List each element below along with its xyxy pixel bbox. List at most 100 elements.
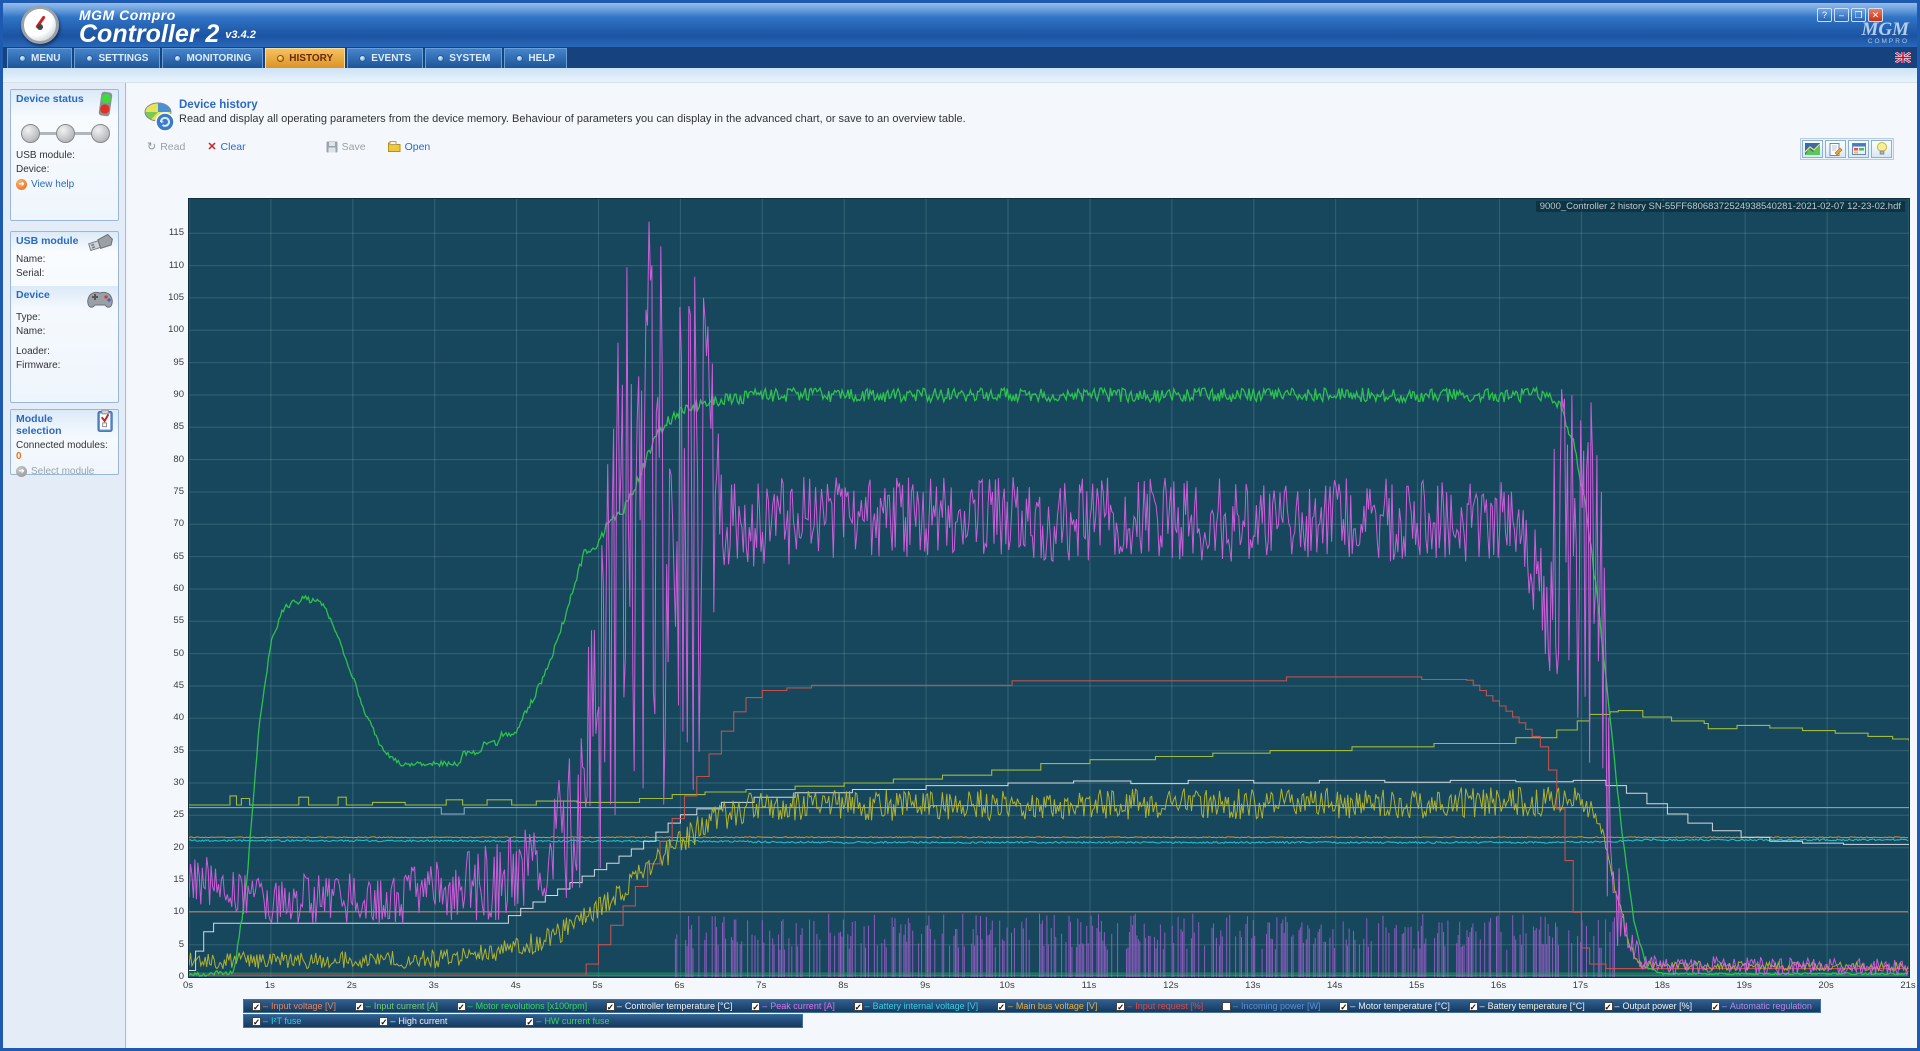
tips-button[interactable] — [1871, 140, 1892, 158]
legend-item: ✓ – Input voltage [V] — [252, 1001, 336, 1011]
module-selection-panel: Module selection Connected modules: 0 ➜ … — [10, 409, 119, 477]
y-axis-tick-label: 60 — [173, 582, 184, 594]
x-axis-tick-label: 13s — [1245, 980, 1261, 991]
legend-checkbox[interactable]: ✓ — [1468, 1001, 1478, 1011]
legend-item: – Incoming power [W] — [1221, 1001, 1321, 1011]
legend-checkbox[interactable]: ✓ — [853, 1001, 863, 1011]
sub-header-strip — [3, 68, 1917, 83]
x-axis-tick-label: 1s — [264, 980, 275, 991]
tab-dot-icon — [437, 55, 445, 62]
legend-series-dash: – — [1614, 1001, 1620, 1011]
legend-checkbox[interactable] — [1221, 1001, 1231, 1011]
legend-checkbox[interactable]: ✓ — [354, 1001, 364, 1011]
y-axis-tick-label: 5 — [178, 938, 184, 950]
chart-x-axis: 0s 1s 2s 3s 4s 5s 6s 7s 8s 9s 10s 11s 12s 13s 14s 15s 16… — [183, 980, 1916, 994]
tab-dot-icon — [174, 55, 182, 62]
x-axis-tick-label: 17s — [1572, 980, 1589, 991]
x-axis-tick-label: 6s — [674, 980, 685, 991]
language-flag-icon[interactable] — [1895, 52, 1911, 63]
x-axis-tick-label: 2s — [346, 980, 357, 991]
legend-item: ✓ – Output power [%] — [1603, 1001, 1693, 1011]
tab-events[interactable]: EVENTS — [347, 48, 424, 68]
tab-menu[interactable]: MENU — [7, 48, 73, 68]
open-folder-icon — [387, 141, 401, 152]
sidebar: Device status USB module: Device: ➜ View… — [3, 83, 126, 1048]
save-button[interactable]: Save — [326, 141, 366, 153]
legend-checkbox[interactable]: ✓ — [1710, 1001, 1720, 1011]
legend-checkbox[interactable]: ✓ — [252, 1001, 261, 1011]
y-axis-tick-label: 65 — [173, 550, 184, 562]
y-axis-tick-label: 0 — [178, 971, 184, 982]
device-name-label: Name: — [16, 326, 46, 337]
tab-dot-icon — [359, 55, 367, 62]
device-status-title: Device status — [16, 93, 84, 105]
tab-help[interactable]: HELP — [504, 48, 568, 68]
mgm-compro-logo: MGM COMPRO — [1861, 19, 1909, 45]
y-axis-tick-label: 50 — [173, 647, 184, 659]
y-axis-tick-label: 115 — [168, 227, 184, 239]
x-axis-tick-label: 3s — [428, 980, 439, 991]
y-axis-tick-label: 80 — [173, 453, 184, 465]
legend-label: HW current fuse — [544, 1016, 610, 1026]
legend-item: ✓ – HW current fuse — [525, 1016, 609, 1026]
legend-label: Battery internal voltage [V] — [872, 1001, 979, 1011]
save-icon — [326, 141, 338, 152]
help-bullet-icon: ➜ — [16, 179, 27, 190]
legend-item: ✓ – Automatic regulation — [1710, 1001, 1812, 1011]
connected-modules-count: 0 — [16, 451, 22, 462]
legend-label: Output power [%] — [1622, 1001, 1693, 1011]
select-module-link[interactable]: ➜ Select module — [11, 463, 118, 480]
y-axis-tick-label: 90 — [173, 388, 184, 400]
clear-button[interactable]: ✕ Clear — [207, 140, 245, 154]
report-button[interactable] — [1825, 140, 1846, 158]
page-title: Device history — [179, 99, 258, 111]
legend-checkbox[interactable]: ✓ — [1116, 1001, 1126, 1011]
legend-checkbox[interactable]: ✓ — [456, 1001, 466, 1011]
x-axis-tick-label: 10s — [999, 980, 1015, 991]
x-axis-tick-label: 20s — [1818, 980, 1834, 991]
y-axis-tick-label: 20 — [173, 841, 184, 853]
tab-label: MENU — [31, 53, 61, 64]
tab-label: SYSTEM — [449, 53, 491, 64]
tab-history[interactable]: HISTORY — [265, 48, 346, 68]
legend-checkbox[interactable]: ✓ — [605, 1001, 615, 1011]
legend-label: I²T fuse — [271, 1016, 302, 1026]
legend-series-dash: – — [864, 1001, 870, 1011]
chart-y-axis: 0 5 10 15 20 25 30 35 40 45 50 55 60 65 70 75 80 85 90 95 10… — [151, 198, 186, 982]
read-button[interactable]: ↻ Read — [147, 140, 185, 154]
legend-checkbox[interactable]: ✓ — [379, 1016, 389, 1026]
legend-checkbox[interactable]: ✓ — [751, 1001, 761, 1011]
tab-monitoring[interactable]: MONITORING — [162, 48, 264, 68]
open-button[interactable]: Open — [387, 141, 430, 153]
view-help-link[interactable]: ➜ View help — [11, 176, 118, 193]
legend-series-dash: – — [616, 1001, 622, 1011]
x-axis-tick-label: 21s — [1900, 980, 1916, 991]
page-description: Read and display all operating parameter… — [179, 113, 966, 125]
tab-label: SETTINGS — [98, 53, 149, 64]
tab-label: MONITORING — [186, 53, 252, 64]
tab-settings[interactable]: SETTINGS — [74, 48, 161, 68]
x-axis-tick-label: 4s — [510, 980, 521, 991]
tab-system[interactable]: SYSTEM — [425, 48, 503, 68]
legend-series-dash: – — [263, 1001, 269, 1011]
traffic-light-icon — [98, 91, 113, 117]
legend-item: ✓ – Main bus voltage [V] — [996, 1001, 1097, 1011]
window-extra-button[interactable]: ? — [1817, 8, 1832, 22]
legend-checkbox[interactable]: ✓ — [996, 1001, 1006, 1011]
clipboard-icon — [97, 409, 113, 432]
legend-checkbox[interactable]: ✓ — [1603, 1001, 1613, 1011]
legend-item: ✓ – Motor revolutions [x100rpm] — [456, 1001, 587, 1011]
legend-checkbox[interactable]: ✓ — [1339, 1001, 1349, 1011]
y-axis-tick-label: 10 — [173, 906, 184, 918]
usb-serial-label: Serial: — [16, 268, 45, 279]
legend-checkbox[interactable]: ✓ — [252, 1016, 261, 1026]
table-view-button[interactable] — [1848, 140, 1869, 158]
legend-series-dash: – — [1232, 1001, 1238, 1011]
x-axis-tick-label: 14s — [1326, 980, 1343, 991]
legend-checkbox[interactable]: ✓ — [525, 1016, 535, 1026]
minimize-button[interactable]: – — [1834, 8, 1849, 22]
advanced-chart-button[interactable] — [1802, 140, 1823, 158]
connected-modules-row: Connected modules: 0 — [16, 440, 108, 462]
legend-label: Automatic regulation — [1729, 1001, 1812, 1011]
y-axis-tick-label: 55 — [173, 615, 184, 627]
